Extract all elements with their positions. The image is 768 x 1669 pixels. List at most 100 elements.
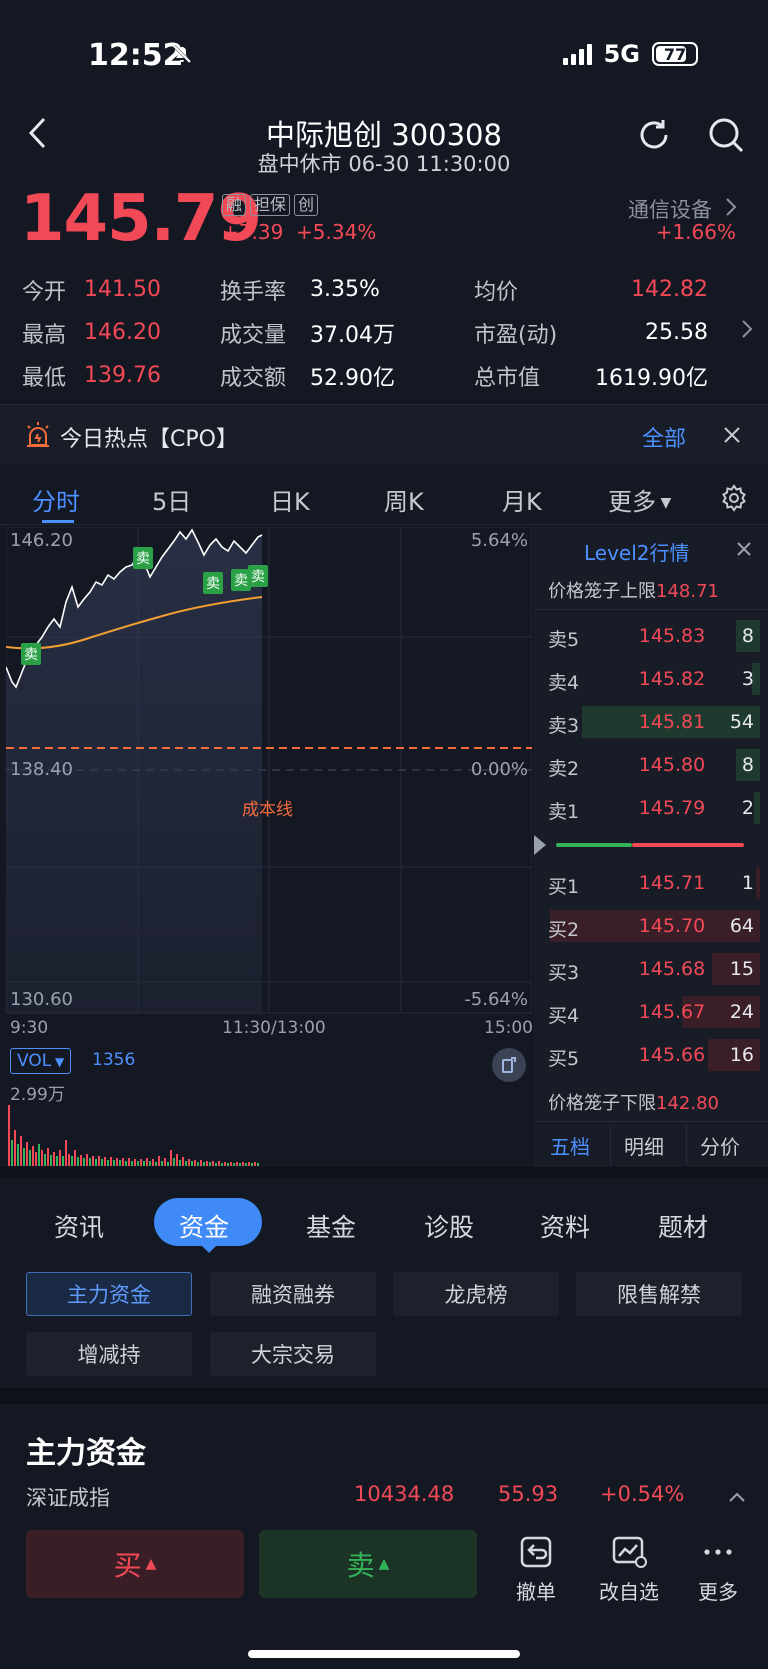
vol-value: 1356 [92, 1050, 136, 1070]
gear-icon[interactable] [720, 484, 748, 518]
tab-details[interactable]: 明细 [624, 1131, 664, 1160]
stock-badges: 融 担保 创 [222, 194, 319, 216]
tab-price-distribution[interactable]: 分价 [700, 1131, 740, 1160]
signal-icon [562, 43, 592, 65]
index-name: 深证成指 [26, 1486, 110, 1510]
tab-profile[interactable]: 资料 [540, 1208, 590, 1244]
main-fund-title: 主力资金 [26, 1436, 146, 1471]
tab-themes[interactable]: 题材 [658, 1208, 708, 1244]
sell-marker[interactable]: 卖 [133, 547, 153, 569]
pct-axis-mid: 0.00% [470, 759, 528, 780]
stat-label: 总市值 [474, 365, 541, 391]
active-tab-pointer [200, 1244, 218, 1253]
ask-row[interactable]: 卖2 145.80 8 [534, 745, 768, 785]
quote-stats: 今开 141.50 换手率 3.35% 均价 142.82 最高 146.20 … [22, 268, 738, 397]
hot-all-link[interactable]: 全部 [642, 421, 686, 453]
ask-row[interactable]: 卖4 145.82 3 [534, 659, 768, 699]
sell-marker[interactable]: 卖 [21, 643, 41, 665]
section-divider [0, 1388, 768, 1404]
order-book-title: Level2行情 [584, 541, 690, 565]
tab-fund-holdings[interactable]: 基金 [306, 1208, 356, 1244]
home-indicator [248, 1650, 520, 1658]
close-icon[interactable] [722, 425, 742, 449]
trade-action-bar: 买 ▲ 卖 ▲ 撤单 改自选 更多 [0, 1520, 768, 1669]
stat-label: 最高 [22, 322, 67, 348]
more-button[interactable]: 更多 [694, 1534, 742, 1605]
bid-row[interactable]: 买4 145.67 24 [534, 992, 768, 1032]
pct-axis-top: 5.64% [470, 530, 528, 551]
bid-row[interactable]: 买1 145.71 1 [534, 863, 768, 903]
subtab-dragon-tiger[interactable]: 龙虎榜 [393, 1272, 559, 1316]
time-mid: 11:30/13:00 [222, 1018, 326, 1038]
subtab-main-funds[interactable]: 主力资金 [26, 1272, 192, 1316]
stat-value: 1619.90亿 [595, 365, 708, 391]
stat-value: 142.82 [631, 277, 708, 302]
tab-indicator [42, 520, 74, 523]
tab-funds-active[interactable]: 资金 [154, 1198, 262, 1246]
margin-badge: 融 [222, 194, 247, 216]
ask-row[interactable]: 卖3 145.81 54 [534, 702, 768, 742]
chevron-up-icon[interactable] [728, 1488, 746, 1507]
chinext-badge: 创 [294, 194, 319, 216]
buy-button[interactable]: 买 ▲ [26, 1530, 244, 1598]
index-pct: +0.54% [600, 1482, 685, 1506]
volume-bars [8, 1100, 270, 1166]
chevron-right-icon[interactable] [740, 318, 754, 344]
status-indicators: 5G 77 [562, 40, 698, 68]
sector-change: +1.66% [655, 220, 736, 244]
cost-line-label: 成本线 [242, 800, 293, 820]
tab-more[interactable]: 更多 ▼ [608, 482, 671, 517]
tab-intraday[interactable]: 分时 [32, 482, 80, 517]
stat-value: 37.04万 [310, 322, 395, 348]
tab-five-levels[interactable]: 五档 [550, 1131, 590, 1160]
tab-weekly-k[interactable]: 周K [384, 482, 424, 517]
ask-row[interactable]: 卖1 145.79 2 [534, 788, 768, 828]
undo-icon [520, 1536, 552, 1568]
subtab-margin[interactable]: 融资融券 [210, 1272, 376, 1316]
stat-value: 3.35% [310, 277, 380, 302]
hot-topic-bar[interactable]: 今日热点【CPO】 全部 [0, 404, 768, 464]
sell-button[interactable]: 卖 ▲ [259, 1530, 477, 1598]
chevron-right-icon [724, 196, 738, 222]
subtab-block-trade[interactable]: 大宗交易 [210, 1332, 376, 1376]
tab-news[interactable]: 资讯 [54, 1208, 104, 1244]
more-dots-icon [704, 1549, 732, 1555]
vol-indicator-selector[interactable]: VOL ▼ [10, 1048, 72, 1074]
stat-label: 市盈(动) [474, 322, 558, 348]
rotate-screen-icon[interactable] [492, 1048, 526, 1082]
ask-row[interactable]: 卖5 145.83 8 [534, 616, 768, 656]
bid-row[interactable]: 买2 145.70 64 [534, 906, 768, 946]
subtab-unlock[interactable]: 限售解禁 [576, 1272, 742, 1316]
cancel-order-button[interactable]: 撤单 [514, 1534, 558, 1605]
buy-sell-ratio-red [632, 843, 744, 847]
pct-axis-bottom: -5.64% [464, 989, 528, 1010]
price-change: +7.39 +5.34% [222, 220, 377, 244]
expand-triangle-icon[interactable] [534, 835, 546, 859]
time-end: 15:00 [484, 1018, 533, 1038]
stats-row: 最高 146.20 成交量 37.04万 市盈(动) 25.58 [22, 311, 738, 354]
tab-daily-k[interactable]: 日K [270, 482, 310, 517]
alarm-icon [24, 421, 52, 453]
bid-row[interactable]: 买5 145.66 16 [534, 1035, 768, 1075]
refresh-icon[interactable] [634, 115, 674, 155]
edit-watchlist-button[interactable]: 改自选 [597, 1534, 661, 1605]
bid-row[interactable]: 买3 145.68 15 [534, 949, 768, 989]
stat-value: 25.58 [645, 320, 708, 345]
tab-monthly-k[interactable]: 月K [502, 482, 542, 517]
y-axis-top: 146.20 [10, 530, 73, 551]
y-axis-mid: 138.40 [10, 759, 73, 780]
index-ticker[interactable]: 深证成指 10434.48 55.93 +0.54% [0, 1476, 768, 1520]
tab-5day[interactable]: 5日 [152, 482, 191, 517]
subtab-holdings-change[interactable]: 增减持 [26, 1332, 192, 1376]
search-icon[interactable] [706, 115, 746, 155]
sell-marker[interactable]: 卖 [248, 565, 268, 587]
buy-sell-ratio-green [556, 843, 632, 847]
index-change: 55.93 [498, 1482, 559, 1506]
intraday-chart[interactable]: 146.20 138.40 130.60 5.64% 0.00% -5.64% … [5, 526, 533, 1047]
close-icon[interactable] [736, 541, 752, 561]
collateral-badge: 担保 [250, 194, 291, 216]
tab-diagnosis[interactable]: 诊股 [424, 1208, 474, 1244]
sell-marker[interactable]: 卖 [203, 572, 223, 594]
stats-row: 今开 141.50 换手率 3.35% 均价 142.82 [22, 268, 738, 311]
chart-edit-icon [612, 1536, 647, 1568]
